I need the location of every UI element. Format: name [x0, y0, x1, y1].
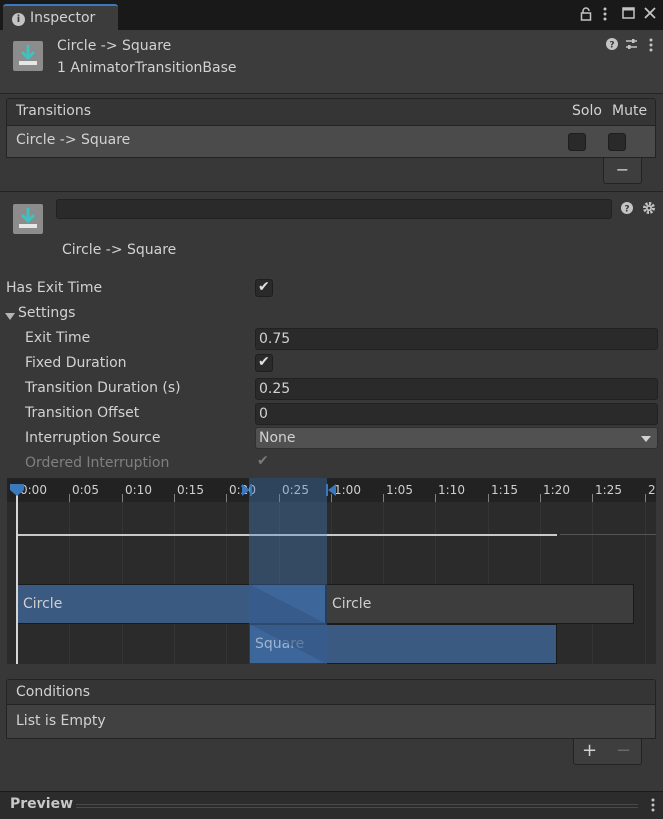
svg-text:?: ?	[624, 205, 629, 215]
timeline-tick-label: 1:15	[491, 483, 518, 497]
transition-name-input[interactable]	[56, 199, 612, 219]
timeline-gridline	[592, 502, 593, 664]
timeline-tick	[645, 494, 646, 502]
ordered-interruption-label: Ordered Interruption	[25, 455, 170, 471]
transition-duration-label: Transition Duration (s)	[25, 380, 181, 396]
blend-curve-tail	[560, 534, 656, 535]
close-icon[interactable]	[644, 7, 656, 22]
transition-duration-input[interactable]: 0.25	[255, 378, 658, 400]
transition-label: Circle -> Square	[62, 242, 177, 258]
exit-time-label: Exit Time	[25, 330, 91, 346]
tab-inspector[interactable]: i Inspector	[3, 4, 118, 30]
timeline-gridline	[69, 502, 70, 664]
header-title: Circle -> Square	[57, 38, 172, 54]
exit-time-input[interactable]: 0.75	[255, 328, 658, 350]
timeline-tick	[488, 494, 489, 502]
timeline-tick-label: 1:20	[543, 483, 570, 497]
help-icon[interactable]: ?	[621, 202, 633, 218]
transition-timeline[interactable]: 2:01:251:201:151:101:051:000:250:200:150…	[7, 478, 656, 664]
fixed-duration-label: Fixed Duration	[25, 355, 127, 371]
divider	[0, 191, 663, 192]
kebab-menu-icon[interactable]	[603, 7, 607, 24]
fixed-duration-checkbox[interactable]	[255, 354, 273, 372]
foldout-arrow-icon[interactable]	[5, 309, 15, 325]
timeline-tick-label: 0:00	[20, 483, 47, 497]
remove-condition-button[interactable]: −	[616, 739, 631, 763]
timeline-tick	[383, 494, 384, 502]
inspector-header: Circle -> Square 1 AnimatorTransitionBas…	[0, 30, 663, 94]
timeline-tick-label: 0:15	[177, 483, 204, 497]
kebab-menu-icon[interactable]	[651, 798, 655, 816]
conditions-empty-text: List is Empty	[16, 713, 106, 729]
conditions-list: List is Empty	[6, 705, 656, 739]
timeline-tick	[174, 494, 175, 502]
info-icon: i	[12, 13, 25, 26]
timeline-tick	[435, 494, 436, 502]
mute-column-label: Mute	[612, 103, 648, 119]
conditions-footer: + −	[573, 739, 642, 765]
timeline-gridline	[645, 502, 646, 664]
timeline-tick-label: 1:25	[595, 483, 622, 497]
help-icon[interactable]: ?	[606, 38, 618, 54]
solo-column-label: Solo	[572, 103, 602, 119]
transition-row-label: Circle -> Square	[16, 132, 131, 148]
transition-icon	[13, 204, 43, 234]
gear-icon[interactable]	[642, 201, 656, 219]
has-exit-time-checkbox[interactable]	[255, 279, 273, 297]
timeline-tick-label: 1:05	[386, 483, 413, 497]
solo-checkbox[interactable]	[568, 133, 586, 151]
timeline-tick-label: 0:10	[125, 483, 152, 497]
header-subtitle: 1 AnimatorTransitionBase	[57, 60, 237, 76]
chevron-down-icon	[641, 436, 651, 442]
transition-offset-label: Transition Offset	[25, 405, 140, 421]
transition-start-handle-icon[interactable]	[242, 484, 252, 500]
timeline-gridline	[226, 502, 227, 664]
timeline-tick	[69, 494, 70, 502]
playhead[interactable]	[16, 484, 18, 664]
timeline-tick	[122, 494, 123, 502]
remove-transition-button[interactable]: −	[603, 158, 642, 184]
timeline-tick	[226, 494, 227, 502]
tab-bar: i Inspector	[0, 0, 663, 30]
conditions-header: Conditions	[6, 679, 656, 705]
source-next-clip[interactable]: Circle	[326, 584, 634, 624]
tab-label: Inspector	[30, 10, 96, 26]
transitions-header-label: Transitions	[16, 103, 91, 119]
transition-end-handle-icon[interactable]	[326, 484, 336, 500]
preview-label: Preview	[10, 796, 74, 812]
add-condition-button[interactable]: +	[582, 739, 597, 763]
transition-offset-input[interactable]: 0	[255, 403, 658, 425]
maximize-icon[interactable]	[622, 7, 635, 22]
timeline-tick	[592, 494, 593, 502]
drag-handle[interactable]	[76, 804, 638, 805]
kebab-menu-icon[interactable]	[649, 38, 653, 56]
timeline-gridline	[122, 502, 123, 664]
timeline-tick-label: 0:05	[72, 483, 99, 497]
transition-icon	[13, 41, 43, 71]
transitions-list-header: Transitions Solo Mute	[6, 98, 656, 126]
playhead-marker-icon[interactable]	[10, 484, 24, 500]
preset-icon[interactable]	[625, 38, 638, 54]
interruption-source-label: Interruption Source	[25, 430, 161, 446]
drag-handle[interactable]	[76, 807, 638, 808]
transition-selection[interactable]	[249, 478, 327, 664]
list-item[interactable]: Circle -> Square	[6, 126, 656, 158]
svg-text:?: ?	[609, 41, 614, 51]
timeline-tick-label: 1:00	[334, 483, 361, 497]
lock-icon[interactable]	[580, 7, 592, 24]
interruption-source-value: None	[259, 430, 296, 446]
timeline-tick	[540, 494, 541, 502]
ordered-interruption-checkbox: ✔	[257, 453, 269, 469]
timeline-gridline	[174, 502, 175, 664]
interruption-source-dropdown[interactable]: None	[255, 427, 658, 449]
preview-bar[interactable]: Preview	[0, 791, 663, 819]
has-exit-time-label: Has Exit Time	[6, 280, 103, 296]
timeline-tick-label: 2:0	[648, 483, 656, 497]
mute-checkbox[interactable]	[608, 133, 626, 151]
timeline-tick-label: 1:10	[438, 483, 465, 497]
settings-foldout[interactable]: Settings	[18, 305, 75, 321]
conditions-header-label: Conditions	[16, 684, 91, 700]
